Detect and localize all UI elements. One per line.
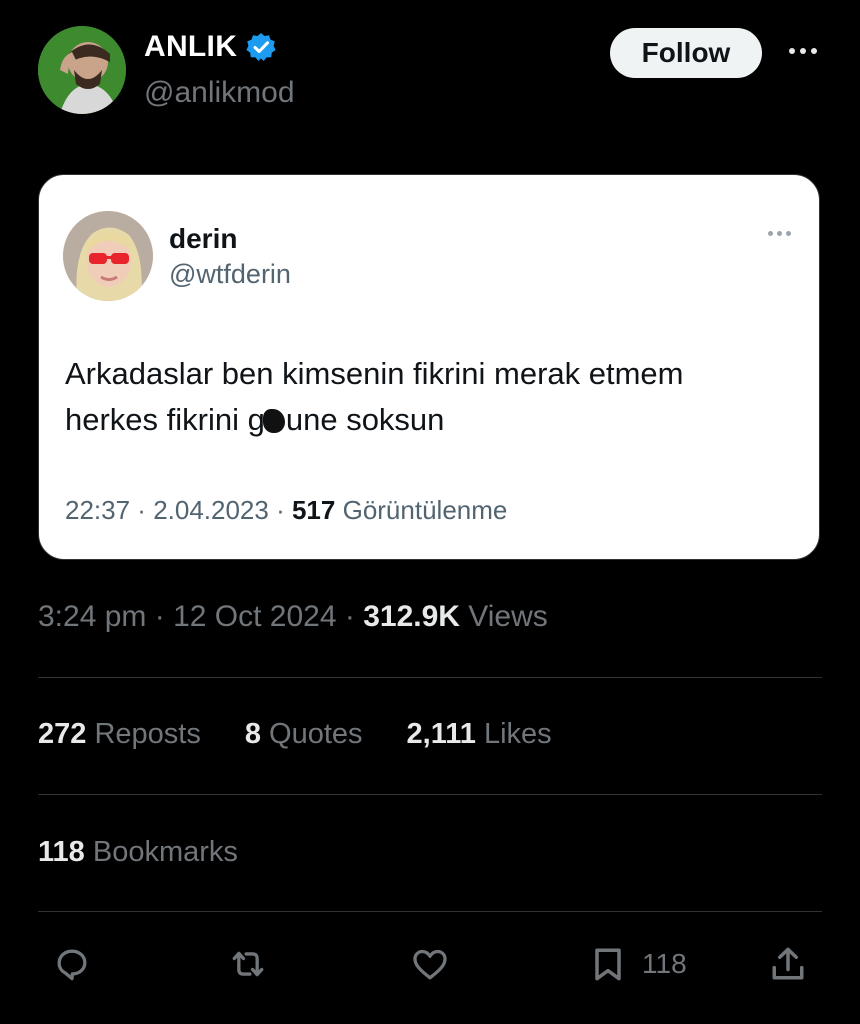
quoted-tweet-text: Arkadaslar ben kimsenin fikrini merak et… xyxy=(65,351,795,443)
post-time[interactable]: 3:24 pm xyxy=(38,600,146,633)
quoted-more-icon[interactable] xyxy=(766,231,793,236)
reply-icon xyxy=(57,949,87,981)
bookmarks-stat: 118 Bookmarks xyxy=(38,836,238,869)
follow-button[interactable]: Follow xyxy=(610,28,762,78)
author-avatar[interactable] xyxy=(38,26,126,114)
like-button[interactable] xyxy=(408,942,452,986)
verified-badge-icon xyxy=(245,31,277,63)
quotes-label: Quotes xyxy=(269,718,363,750)
likes-label: Likes xyxy=(483,718,552,750)
more-icon[interactable] xyxy=(778,36,828,66)
quoted-views-count: 517 xyxy=(291,495,336,525)
quoted-handle[interactable]: @wtfderin xyxy=(169,259,291,290)
quoted-text-line2-start: herkes fikrini g xyxy=(65,402,265,437)
engagement-stats: 272 Reposts 8 Quotes 2,111 Likes xyxy=(38,718,552,751)
quoted-views-label: Görüntülenme xyxy=(342,495,508,525)
censor-blot-icon xyxy=(262,409,285,433)
repost-button[interactable] xyxy=(226,942,270,986)
bookmark-icon xyxy=(595,948,621,981)
reposts-label: Reposts xyxy=(94,718,201,750)
likes-count: 2,111 xyxy=(406,718,476,750)
repost-icon xyxy=(232,951,264,977)
author-handle[interactable]: @anlikmod xyxy=(144,76,295,110)
post-date[interactable]: 12 Oct 2024 xyxy=(173,600,336,633)
bookmarks-count: 118 xyxy=(38,836,85,868)
share-icon xyxy=(772,947,804,980)
divider xyxy=(38,677,822,678)
quoted-text-line2-end: une soksun xyxy=(285,402,445,437)
post-header: ANLIK @anlikmod Follow xyxy=(38,26,830,116)
share-button[interactable] xyxy=(766,942,810,986)
quotes-count: 8 xyxy=(244,718,261,750)
reposts-count: 272 xyxy=(38,718,87,750)
quoted-time: 22:37 xyxy=(65,495,131,525)
action-bar: 118 xyxy=(0,936,860,996)
quoted-text-line1: Arkadaslar ben kimsenin fikrini merak et… xyxy=(65,356,684,391)
post-views-count: 312.9K xyxy=(363,600,460,633)
quoted-tweet-card[interactable]: derin @wtfderin Arkadaslar ben kimsenin … xyxy=(38,174,820,560)
bookmarks-label: Bookmarks xyxy=(92,836,238,868)
bookmark-button[interactable]: 118 xyxy=(586,942,687,986)
post-views-label: Views xyxy=(468,600,548,633)
likes-stat[interactable]: 2,111 Likes xyxy=(407,718,552,751)
divider xyxy=(38,794,822,795)
quoted-author-avatar[interactable] xyxy=(63,211,153,301)
heart-icon xyxy=(413,949,447,980)
reposts-stat[interactable]: 272 Reposts xyxy=(38,718,201,751)
reply-button[interactable] xyxy=(50,942,94,986)
quoted-display-name[interactable]: derin xyxy=(169,223,237,255)
author-display-name[interactable]: ANLIK xyxy=(144,30,237,64)
post-meta: 3:24 pm · 12 Oct 2024 · 312.9K Views xyxy=(38,600,548,633)
quoted-tweet-meta: 22:37 · 2.04.2023 · 517 Görüntülenme xyxy=(65,495,508,525)
quoted-text-line2: herkes fikrini g une soksun xyxy=(65,397,795,443)
author-name-line: ANLIK xyxy=(144,30,277,64)
bookmark-count: 118 xyxy=(642,948,687,979)
quotes-stat[interactable]: 8 Quotes xyxy=(245,718,363,751)
quoted-date: 2.04.2023 xyxy=(153,495,269,525)
divider xyxy=(38,911,822,912)
